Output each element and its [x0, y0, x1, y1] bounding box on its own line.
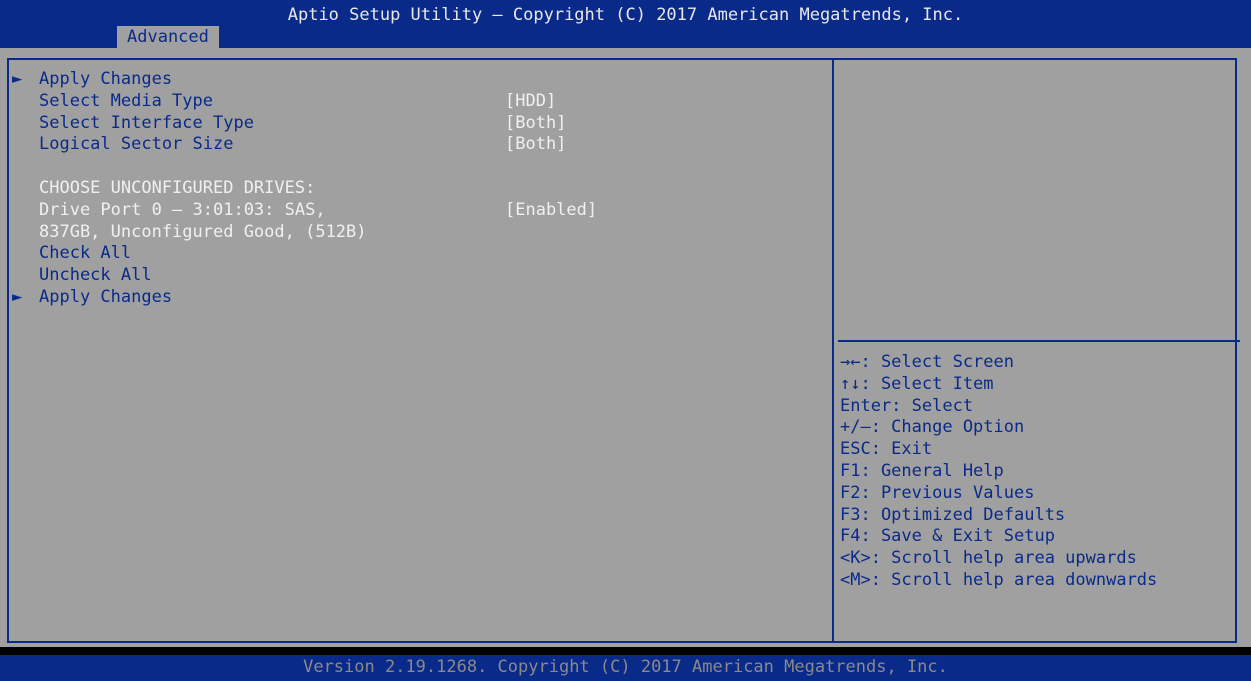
key-help-panel: →←: Select Screen ↑↓: Select Item Enter:…	[840, 352, 1157, 592]
menu-item-check-all[interactable]: Check All	[12, 243, 131, 265]
submenu-arrow-icon: ►	[12, 286, 23, 307]
menu-item-label: Apply Changes	[39, 69, 173, 89]
help-select-item: ↑↓: Select Item	[840, 373, 994, 394]
setting-select-interface-type[interactable]: Select Interface Type [Both]	[12, 113, 566, 135]
help-esc: ESC: Exit	[840, 439, 933, 460]
vertical-divider	[832, 58, 834, 643]
help-f3: F3: Optimized Defaults	[840, 504, 1066, 525]
menu-item-label: Uncheck All	[39, 265, 152, 286]
settings-list: ► Apply Changes Select Media Type [HDD] …	[12, 69, 597, 309]
help-change-option: +/–: Change Option	[840, 417, 1025, 438]
help-f4: F4: Save & Exit Setup	[840, 526, 1055, 547]
setting-logical-sector-size[interactable]: Logical Sector Size [Both]	[12, 134, 566, 156]
setting-label: Drive Port 0 – 3:01:03: SAS,	[39, 199, 326, 220]
setting-value[interactable]: [Both]	[505, 113, 566, 135]
section-heading-label: CHOOSE UNCONFIGURED DRIVES:	[39, 177, 316, 198]
help-scroll-down: <M>: Scroll help area downwards	[840, 569, 1158, 590]
setting-value[interactable]: [Enabled]	[505, 200, 597, 222]
help-enter: Enter: Select	[840, 395, 974, 416]
version-footer: Version 2.19.1268. Copyright (C) 2017 Am…	[0, 655, 1251, 681]
submenu-arrow-icon: ►	[12, 69, 23, 89]
help-f2: F2: Previous Values	[840, 482, 1035, 503]
title-text: Aptio Setup Utility – Copyright (C) 2017…	[287, 5, 964, 25]
setting-value[interactable]: [Both]	[505, 134, 566, 156]
help-divider	[838, 340, 1240, 342]
setting-value[interactable]: [HDD]	[505, 91, 556, 113]
tab-advanced[interactable]: Advanced	[117, 26, 219, 48]
menu-item-label: Apply Changes	[39, 286, 173, 307]
menu-item-label: Check All	[39, 243, 132, 264]
title-bar: Aptio Setup Utility – Copyright (C) 2017…	[0, 0, 1251, 48]
setting-select-media-type[interactable]: Select Media Type [HDD]	[12, 91, 556, 113]
menu-item-apply-changes[interactable]: ► Apply Changes	[12, 69, 172, 91]
help-scroll-up: <K>: Scroll help area upwards	[840, 548, 1137, 569]
setting-label: Select Media Type	[39, 90, 213, 111]
section-heading: CHOOSE UNCONFIGURED DRIVES:	[12, 178, 315, 200]
menu-item-uncheck-all[interactable]: Uncheck All	[12, 265, 152, 287]
menu-item-apply-changes-bottom[interactable]: ► Apply Changes	[12, 286, 172, 309]
setting-drive-port-0[interactable]: Drive Port 0 – 3:01:03: SAS, [Enabled]	[12, 200, 597, 222]
setup-frame: ► Apply Changes Select Media Type [HDD] …	[0, 48, 1251, 647]
setting-label-continued: 837GB, Unconfigured Good, (512B)	[39, 221, 367, 242]
bottom-gap	[0, 647, 1251, 655]
drive-port-0-details: 837GB, Unconfigured Good, (512B)	[12, 222, 367, 244]
setting-label: Select Interface Type	[39, 112, 254, 133]
help-f1: F1: General Help	[840, 460, 1004, 481]
help-select-screen: →←: Select Screen	[840, 352, 1014, 372]
setting-label: Logical Sector Size	[39, 134, 234, 155]
